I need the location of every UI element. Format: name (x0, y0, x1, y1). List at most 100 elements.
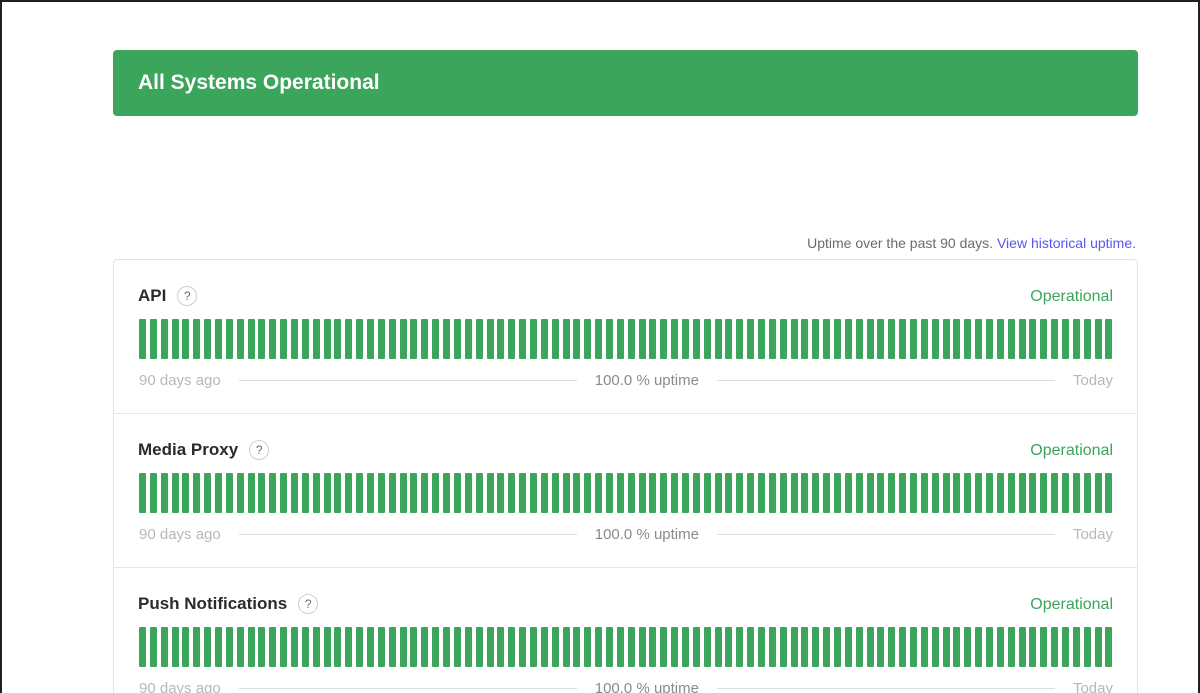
uptime-day-bar[interactable] (1040, 319, 1048, 359)
uptime-day-bar[interactable] (508, 319, 516, 359)
uptime-day-bar[interactable] (1105, 319, 1113, 359)
uptime-day-bar[interactable] (1062, 627, 1070, 667)
uptime-day-bar[interactable] (367, 473, 375, 513)
uptime-day-bar[interactable] (529, 473, 537, 513)
uptime-day-bar[interactable] (692, 627, 700, 667)
uptime-day-bar[interactable] (790, 627, 798, 667)
uptime-day-bar[interactable] (193, 319, 201, 359)
uptime-day-bar[interactable] (334, 627, 342, 667)
uptime-day-bar[interactable] (573, 627, 581, 667)
uptime-day-bar[interactable] (345, 627, 353, 667)
uptime-day-bar[interactable] (595, 319, 603, 359)
uptime-day-bar[interactable] (790, 319, 798, 359)
uptime-day-bar[interactable] (204, 319, 212, 359)
uptime-day-bar[interactable] (605, 627, 613, 667)
uptime-day-bar[interactable] (529, 319, 537, 359)
uptime-day-bar[interactable] (388, 319, 396, 359)
uptime-day-bar[interactable] (443, 473, 451, 513)
uptime-day-bar[interactable] (323, 319, 331, 359)
uptime-day-bar[interactable] (215, 319, 223, 359)
uptime-day-bar[interactable] (432, 473, 440, 513)
uptime-day-bar[interactable] (671, 473, 679, 513)
uptime-day-bar[interactable] (399, 627, 407, 667)
uptime-day-bar[interactable] (1018, 627, 1026, 667)
uptime-day-bar[interactable] (139, 319, 146, 359)
uptime-day-bar[interactable] (964, 627, 972, 667)
uptime-day-bar[interactable] (757, 627, 765, 667)
uptime-day-bar[interactable] (627, 627, 635, 667)
uptime-day-bar[interactable] (584, 627, 592, 667)
uptime-day-bar[interactable] (779, 473, 787, 513)
uptime-day-bar[interactable] (953, 627, 961, 667)
uptime-day-bar[interactable] (301, 319, 309, 359)
view-historical-uptime-link[interactable]: View historical uptime. (997, 235, 1136, 251)
uptime-day-bar[interactable] (1094, 627, 1102, 667)
uptime-day-bar[interactable] (486, 627, 494, 667)
uptime-day-bar[interactable] (801, 473, 809, 513)
uptime-day-bar[interactable] (899, 319, 907, 359)
uptime-day-bar[interactable] (1062, 473, 1070, 513)
uptime-day-bar[interactable] (584, 473, 592, 513)
uptime-day-bar[interactable] (573, 473, 581, 513)
uptime-day-bar[interactable] (388, 627, 396, 667)
uptime-day-bar[interactable] (399, 319, 407, 359)
uptime-day-bar[interactable] (714, 319, 722, 359)
uptime-day-bar[interactable] (736, 319, 744, 359)
uptime-day-bar[interactable] (497, 473, 505, 513)
uptime-day-bar[interactable] (453, 627, 461, 667)
uptime-day-bar[interactable] (301, 473, 309, 513)
uptime-day-bar[interactable] (834, 319, 841, 359)
uptime-day-bar[interactable] (768, 319, 776, 359)
uptime-day-bar[interactable] (866, 473, 874, 513)
uptime-day-bar[interactable] (605, 319, 613, 359)
uptime-day-bar[interactable] (747, 473, 755, 513)
uptime-day-bar[interactable] (139, 473, 146, 513)
uptime-day-bar[interactable] (996, 627, 1004, 667)
uptime-day-bar[interactable] (1007, 319, 1015, 359)
uptime-day-bar[interactable] (334, 319, 342, 359)
uptime-day-bar[interactable] (834, 627, 841, 667)
uptime-day-bar[interactable] (692, 473, 700, 513)
uptime-day-bar[interactable] (367, 319, 375, 359)
uptime-day-bar[interactable] (681, 473, 689, 513)
uptime-day-bar[interactable] (345, 473, 353, 513)
uptime-day-bar[interactable] (725, 473, 733, 513)
uptime-day-bar[interactable] (312, 627, 320, 667)
uptime-day-bar[interactable] (812, 473, 820, 513)
uptime-day-bar[interactable] (844, 319, 852, 359)
uptime-day-bar[interactable] (291, 319, 299, 359)
uptime-day-bar[interactable] (204, 627, 212, 667)
uptime-day-bar[interactable] (714, 627, 722, 667)
uptime-day-bar[interactable] (345, 319, 353, 359)
uptime-day-bar[interactable] (855, 627, 863, 667)
uptime-day-bar[interactable] (377, 319, 385, 359)
uptime-day-bar[interactable] (1007, 627, 1015, 667)
uptime-day-bar[interactable] (410, 473, 418, 513)
uptime-day-bar[interactable] (215, 627, 223, 667)
uptime-day-bar[interactable] (888, 627, 896, 667)
uptime-day-bar[interactable] (443, 627, 451, 667)
uptime-day-bar[interactable] (757, 473, 765, 513)
uptime-day-bar[interactable] (182, 319, 190, 359)
uptime-day-bar[interactable] (975, 627, 983, 667)
uptime-day-bar[interactable] (1072, 319, 1080, 359)
uptime-day-bar[interactable] (866, 627, 874, 667)
uptime-day-bar[interactable] (421, 627, 429, 667)
uptime-day-bar[interactable] (432, 627, 440, 667)
uptime-day-bar[interactable] (996, 473, 1004, 513)
uptime-day-bar[interactable] (844, 627, 852, 667)
uptime-day-bar[interactable] (551, 319, 559, 359)
uptime-day-bar[interactable] (182, 627, 190, 667)
uptime-day-bar[interactable] (1029, 319, 1037, 359)
uptime-day-bar[interactable] (464, 627, 472, 667)
uptime-day-bar[interactable] (1040, 473, 1048, 513)
uptime-day-bar[interactable] (649, 627, 657, 667)
uptime-day-bar[interactable] (703, 627, 711, 667)
uptime-day-bar[interactable] (888, 319, 896, 359)
uptime-day-bar[interactable] (540, 627, 548, 667)
uptime-day-bar[interactable] (986, 319, 994, 359)
uptime-day-bar[interactable] (757, 319, 765, 359)
uptime-day-bar[interactable] (399, 473, 407, 513)
uptime-day-bar[interactable] (312, 473, 320, 513)
uptime-day-bar[interactable] (986, 473, 994, 513)
